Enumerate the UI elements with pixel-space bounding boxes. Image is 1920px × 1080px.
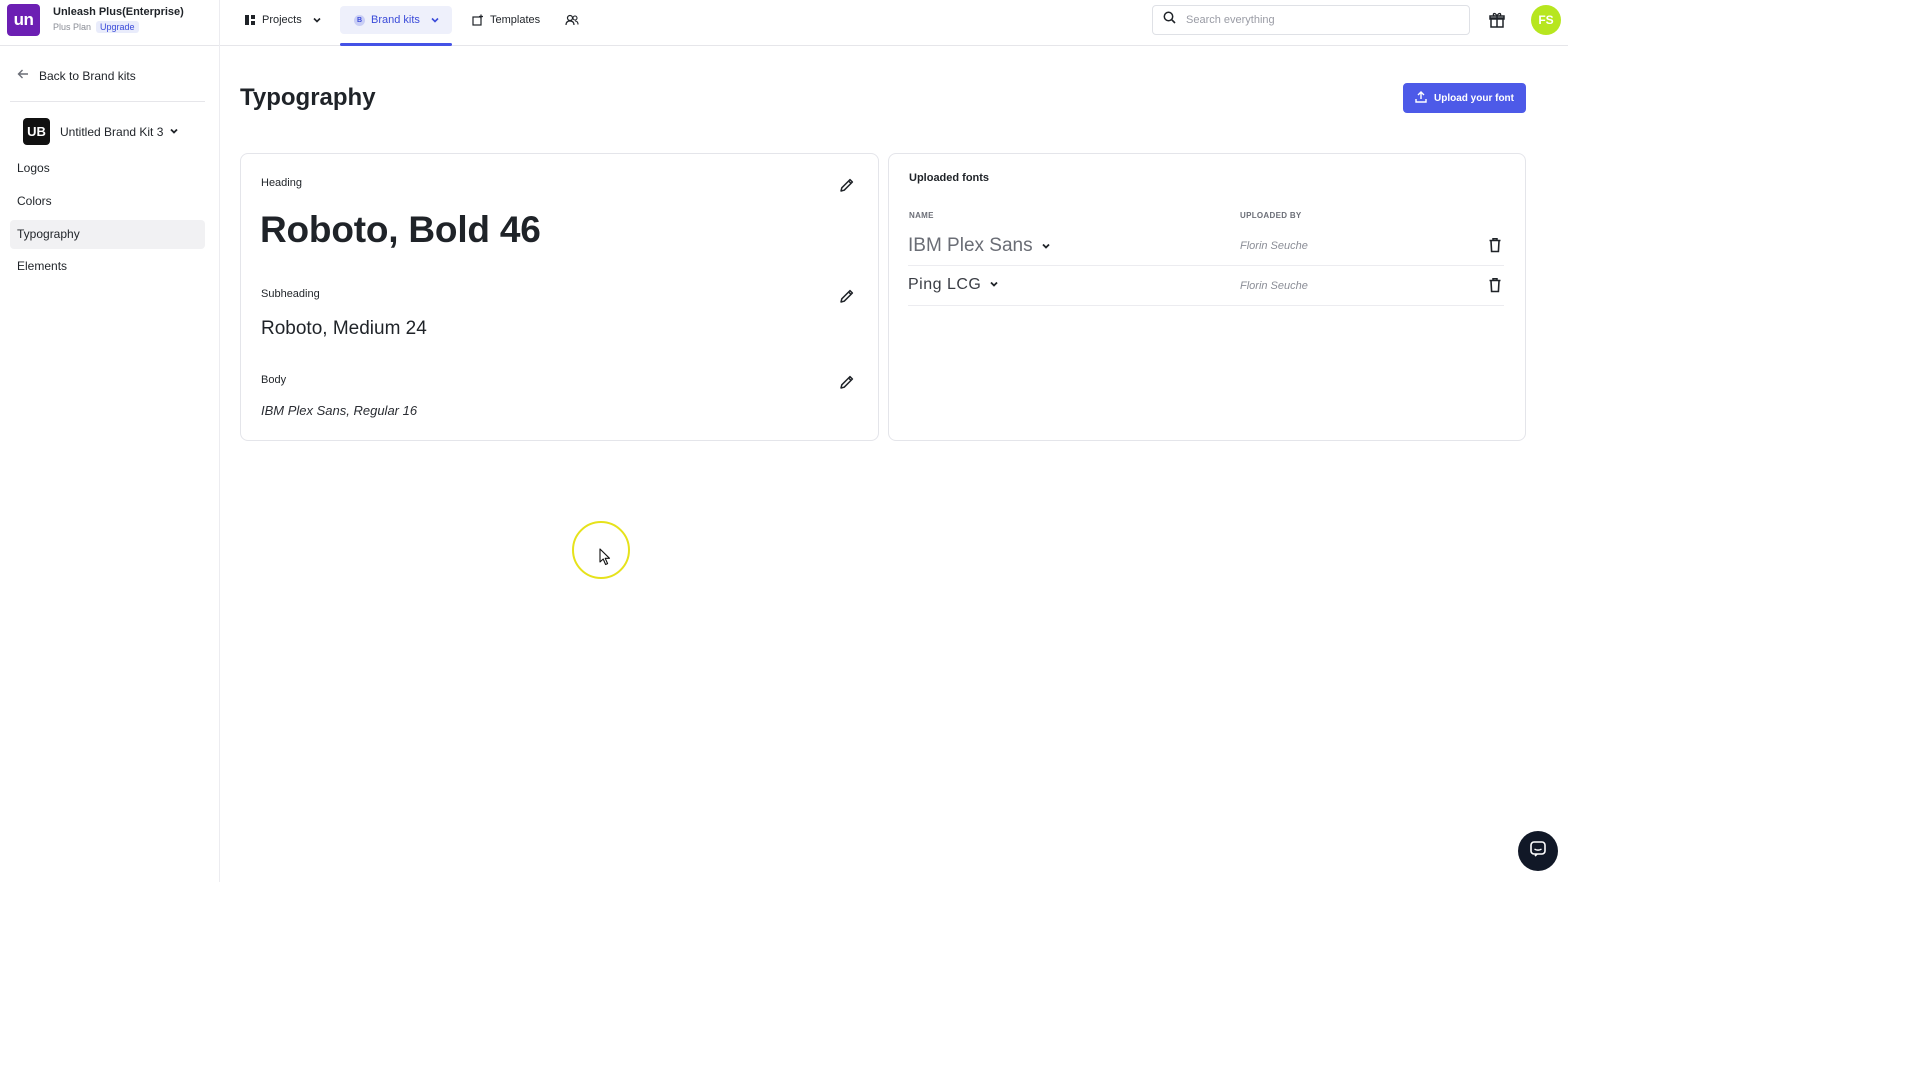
org-logo: un (7, 4, 40, 36)
nav-templates-label: Templates (490, 14, 541, 26)
delete-trash-icon[interactable] (1488, 237, 1502, 253)
uploaded-fonts-title: Uploaded fonts (909, 172, 990, 184)
search-icon (1163, 11, 1176, 29)
nav-brand-kits[interactable]: B Brand kits (340, 6, 452, 34)
edit-heading-pencil-icon[interactable] (839, 177, 855, 193)
chat-support-button[interactable] (1518, 831, 1558, 871)
active-tab-indicator (340, 43, 452, 46)
heading-font-preview: Roboto, Bold 46 (260, 209, 541, 250)
column-header-name: NAME (909, 211, 934, 220)
chat-icon (1529, 840, 1547, 863)
team-button[interactable] (560, 6, 584, 34)
chevron-down-icon (430, 15, 440, 25)
uploaded-fonts-card: Uploaded fonts NAME UPLOADED BY IBM Plex… (888, 153, 1526, 441)
chevron-down-icon (1041, 235, 1051, 257)
nav-projects-label: Projects (262, 14, 302, 26)
sidebar-item-logos[interactable]: Logos (10, 154, 205, 183)
arrow-left-icon (17, 68, 29, 83)
chevron-down-icon (989, 276, 999, 294)
typography-styles-card: Heading Roboto, Bold 46 Subheading Robot… (240, 153, 879, 441)
search-input[interactable] (1186, 14, 1446, 26)
upload-font-label: Upload your font (1434, 92, 1514, 104)
mouse-pointer-icon (599, 548, 611, 571)
sidebar-item-typography[interactable]: Typography (10, 220, 205, 249)
nav-brand-kits-label: Brand kits (371, 14, 420, 26)
heading-label: Heading (261, 177, 302, 189)
brand-kit-badge: UB (23, 118, 50, 145)
org-name: Unleash Plus(Enterprise) (53, 6, 184, 18)
edit-body-pencil-icon[interactable] (839, 374, 855, 390)
user-avatar[interactable]: FS (1531, 5, 1561, 35)
gift-icon[interactable] (1488, 11, 1506, 29)
nav-projects[interactable]: Projects (238, 6, 328, 34)
sidebar: Back to Brand kits UB Untitled Brand Kit… (0, 46, 220, 882)
brand-kit-name: Untitled Brand Kit 3 (60, 124, 164, 139)
body-font-preview: IBM Plex Sans, Regular 16 (261, 403, 418, 418)
font-name-dropdown[interactable]: Ping LCG (908, 276, 999, 294)
brand-kit-selector[interactable]: UB Untitled Brand Kit 3 (23, 118, 179, 145)
table-row: IBM Plex Sans Florin Seuche (908, 226, 1504, 266)
uploaded-by: Florin Seuche (1240, 240, 1308, 252)
back-to-brand-kits-link[interactable]: Back to Brand kits (17, 68, 136, 83)
nav-templates[interactable]: Templates (466, 6, 546, 34)
chevron-down-icon (169, 123, 179, 141)
chevron-down-icon (312, 15, 322, 25)
templates-icon (472, 14, 484, 26)
delete-trash-icon[interactable] (1488, 277, 1502, 293)
edit-subheading-pencil-icon[interactable] (839, 288, 855, 304)
sidebar-item-colors[interactable]: Colors (10, 187, 205, 216)
upload-icon (1415, 90, 1427, 106)
sidebar-item-elements[interactable]: Elements (10, 252, 205, 281)
upload-font-button[interactable]: Upload your font (1403, 83, 1526, 113)
subheading-font-preview: Roboto, Medium 24 (261, 318, 427, 339)
back-label: Back to Brand kits (39, 68, 136, 83)
font-name-dropdown[interactable]: IBM Plex Sans (908, 235, 1051, 257)
top-bar: un Unleash Plus(Enterprise) Plus Plan Up… (0, 0, 1568, 46)
font-name: Ping LCG (908, 276, 982, 293)
organization-switcher[interactable]: un Unleash Plus(Enterprise) Plus Plan Up… (0, 0, 220, 46)
table-row: Ping LCG Florin Seuche (908, 266, 1504, 306)
upgrade-button[interactable]: Upgrade (96, 21, 139, 33)
divider (10, 101, 205, 102)
uploaded-by: Florin Seuche (1240, 280, 1308, 292)
column-header-uploaded-by: UPLOADED BY (1240, 211, 1302, 220)
users-icon (565, 14, 579, 26)
org-plan: Plus Plan (53, 22, 92, 32)
page-title: Typography (240, 84, 376, 111)
body-label: Body (261, 374, 287, 386)
subheading-label: Subheading (261, 288, 320, 300)
brand-kit-icon: B (354, 14, 365, 26)
search-bar[interactable] (1152, 5, 1470, 35)
grid-icon (244, 14, 256, 26)
font-name: IBM Plex Sans (908, 235, 1033, 256)
